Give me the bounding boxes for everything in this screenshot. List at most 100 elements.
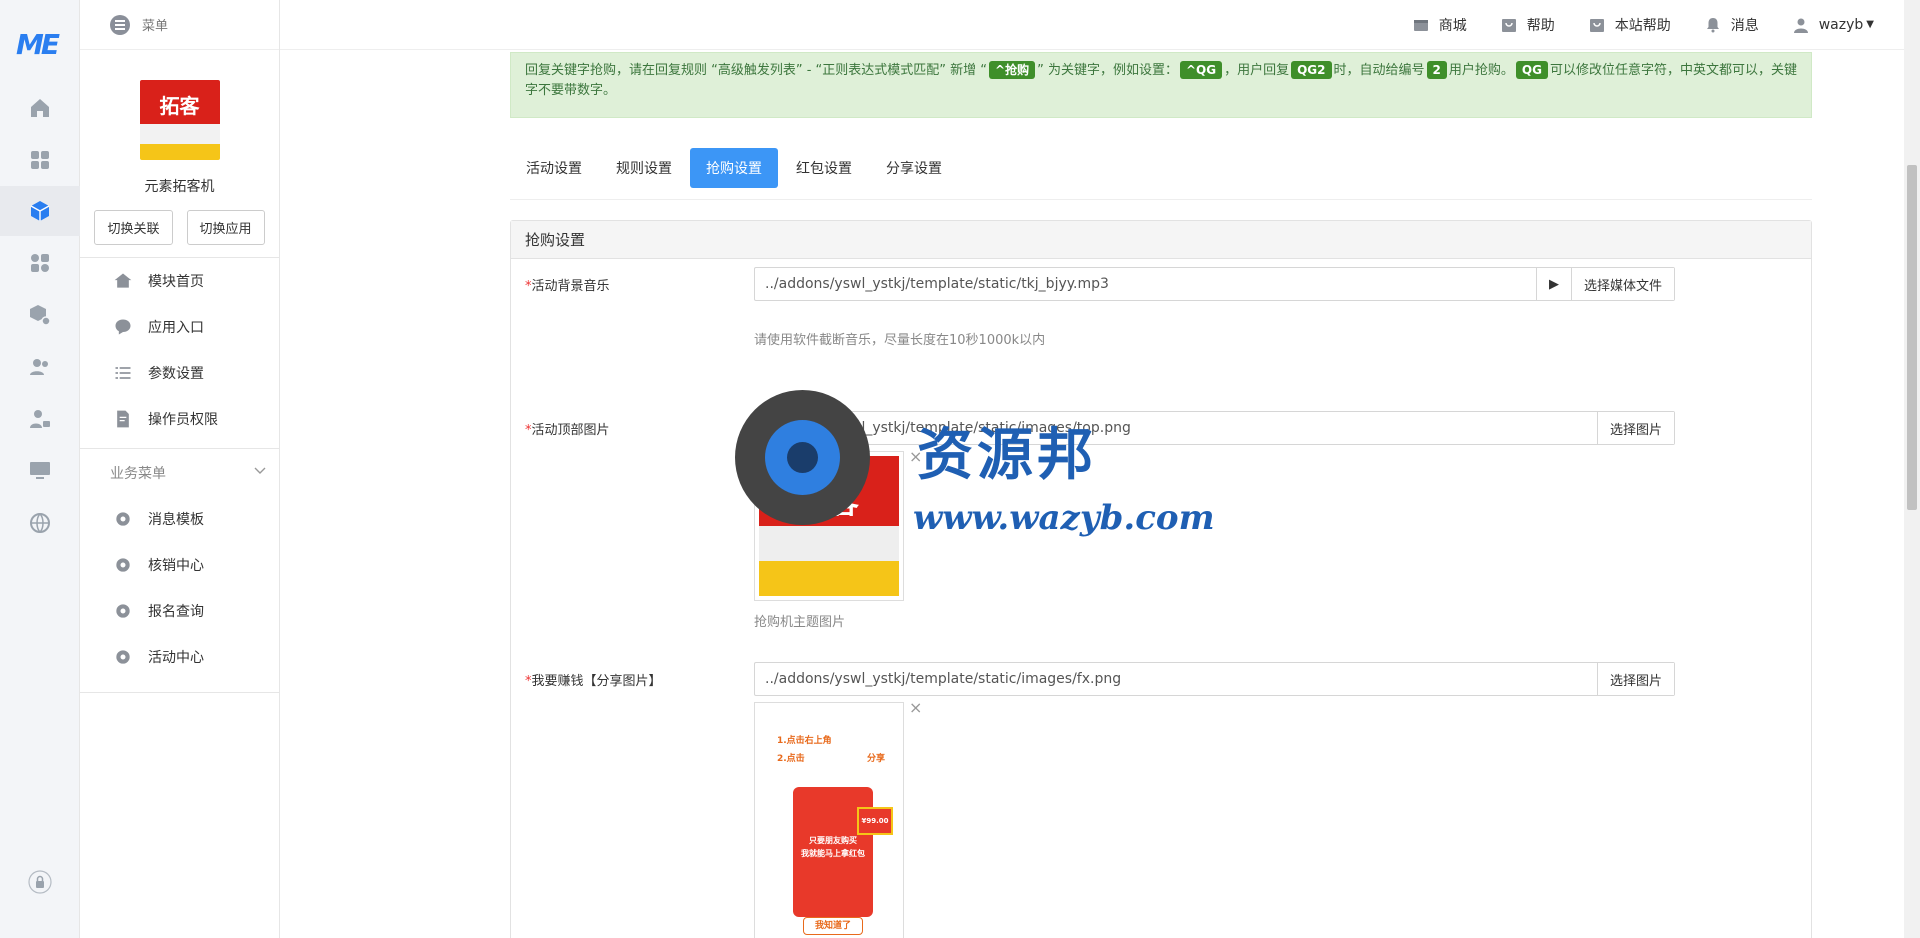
sidebar-item-label: 模块首页 xyxy=(148,274,204,290)
share-image-input[interactable]: ../addons/yswl_ystkj/template/static/ima… xyxy=(754,662,1675,696)
home-icon xyxy=(112,270,134,292)
select-share-image-button[interactable]: 选择图片 xyxy=(1596,663,1674,695)
gear-icon xyxy=(112,554,134,576)
sidebar-item-module-home[interactable]: 模块首页 xyxy=(80,258,279,304)
switch-app-button[interactable]: 切换应用 xyxy=(186,210,265,245)
tab-rule-settings[interactable]: 规则设置 xyxy=(600,148,688,188)
apps-icon[interactable] xyxy=(28,251,52,275)
watermark-gear-logo xyxy=(735,390,870,525)
app-card: 拓客 元素拓客机 切换关联 切换应用 xyxy=(80,50,279,245)
brand-logo[interactable]: ME xyxy=(16,28,64,61)
sidebar-item-app-entry[interactable]: 应用入口 xyxy=(80,304,279,350)
share-image-picture: 1.点击右上角 2.点击 分享 只要朋友购买 我就能马上拿红包 ¥99.00 我… xyxy=(759,707,899,937)
app-image-text: 拓客 xyxy=(159,94,200,118)
share-envelope-line-1: 只要朋友购买 xyxy=(809,836,857,845)
tab-activity-settings[interactable]: 活动设置 xyxy=(510,148,598,188)
sidebar-group-header[interactable]: 业务菜单 xyxy=(80,448,279,496)
share-step-2-action: 分享 xyxy=(867,754,886,764)
sidebar-item-label: 报名查询 xyxy=(148,604,204,620)
share-image-preview: 1.点击右上角 2.点击 分享 只要朋友购买 我就能马上拿红包 ¥99.00 我… xyxy=(754,702,904,938)
lock-icon[interactable] xyxy=(28,870,52,894)
select-media-button[interactable]: 选择媒体文件 xyxy=(1570,268,1674,300)
menu-label: 菜单 xyxy=(142,19,169,34)
sidebar-group-title: 业务菜单 xyxy=(110,465,166,482)
panel-title: 抢购设置 xyxy=(511,221,1811,259)
scrollbar-thumb[interactable] xyxy=(1907,165,1917,510)
globe-icon[interactable] xyxy=(28,511,52,535)
share-envelope-line-2: 我就能马上拿红包 xyxy=(801,849,865,858)
sidebar-item-verify-center[interactable]: 核销中心 xyxy=(80,542,279,588)
chat-icon xyxy=(112,316,134,338)
settings-tabs: 活动设置 规则设置 抢购设置 红包设置 分享设置 xyxy=(510,148,1812,200)
doc-edit-icon xyxy=(112,408,134,430)
divider xyxy=(80,692,279,693)
menu-icon xyxy=(110,14,130,35)
main-content: 回复关键字抢购，请在回复规则 “高级触发列表” - “正则表达式模式匹配” 新增… xyxy=(280,0,1904,938)
watermark-url: www.wazyb.com xyxy=(913,498,1215,538)
select-image-button[interactable]: 选择图片 xyxy=(1596,412,1674,444)
icon-rail: ME xyxy=(0,0,80,938)
play-button[interactable]: ▶ xyxy=(1535,268,1571,300)
app-image: 拓客 xyxy=(139,80,220,160)
sidebar-item-label: 消息模板 xyxy=(148,512,204,528)
app-name: 元素拓客机 xyxy=(144,179,215,195)
home-icon[interactable] xyxy=(28,96,52,120)
watermark: 资源邦 www.wazyb.com xyxy=(735,390,1215,550)
sidebar-item-label: 操作员权限 xyxy=(148,412,218,428)
monitor-icon[interactable] xyxy=(28,459,52,483)
music-path-value[interactable]: ../addons/yswl_ystkj/template/static/tkj… xyxy=(755,276,1536,292)
top-image-help-text: 抢购机主题图片 xyxy=(754,615,846,630)
sidebar-item-activity-center[interactable]: 活动中心 xyxy=(80,634,279,680)
grid-icon[interactable] xyxy=(28,148,52,172)
field-label: 活动顶部图片 xyxy=(531,423,610,438)
sidebar-item-signup-query[interactable]: 报名查询 xyxy=(80,588,279,634)
sidebar-item-label: 活动中心 xyxy=(148,650,204,666)
notice-text: ，用户回复 xyxy=(1224,63,1290,78)
music-input[interactable]: ../addons/yswl_ystkj/template/static/tkj… xyxy=(754,267,1675,301)
sidebar-item-operator-permissions[interactable]: 操作员权限 xyxy=(80,396,279,442)
tab-share-settings[interactable]: 分享设置 xyxy=(870,148,958,188)
field-label: 我要赚钱【分享图片】 xyxy=(531,674,662,689)
users-icon[interactable] xyxy=(28,355,52,379)
sidebar-item-params[interactable]: 参数设置 xyxy=(80,350,279,396)
music-label: *活动背景音乐 xyxy=(525,275,610,294)
sidebar-item-label: 核销中心 xyxy=(148,558,204,574)
notice-text: 回复关键字抢购，请在回复规则 “高级触发列表” - “正则表达式模式匹配” 新增… xyxy=(525,63,988,78)
keyword-badge: QG xyxy=(1515,61,1548,79)
vertical-scrollbar[interactable] xyxy=(1904,0,1920,938)
share-got-it-button: 我知道了 xyxy=(803,917,863,935)
notice-text: ” 为关键字，例如设置： xyxy=(1037,63,1178,78)
purchase-settings-panel: 抢购设置 *活动背景音乐 ../addons/yswl_ystkj/templa… xyxy=(510,220,1812,938)
sidebar-item-message-template[interactable]: 消息模板 xyxy=(80,496,279,542)
chevron-down-icon xyxy=(253,464,267,482)
watermark-title: 资源邦 xyxy=(917,422,1097,488)
sidebar-item-label: 应用入口 xyxy=(148,320,204,336)
gear-icon xyxy=(112,600,134,622)
keyword-notice: 回复关键字抢购，请在回复规则 “高级触发列表” - “正则表达式模式匹配” 新增… xyxy=(510,52,1812,118)
menu-toggle[interactable]: 菜单 xyxy=(80,0,279,50)
share-price-badge: ¥99.00 xyxy=(857,807,893,835)
gear-icon xyxy=(112,508,134,530)
list-icon xyxy=(112,362,134,384)
user-lock-icon[interactable] xyxy=(28,407,52,431)
gear-icon xyxy=(112,646,134,668)
keyword-badge: 2 xyxy=(1426,61,1447,79)
notice-text: 用户抢购。 xyxy=(1448,63,1514,78)
music-help-text: 请使用软件截断音乐，尽量长度在10秒1000k以内 xyxy=(754,333,1046,348)
share-step-2: 2.点击 xyxy=(777,754,805,764)
side-menu: 菜单 拓客 元素拓客机 切换关联 切换应用 模块首页 应用入口 参数设置 操作员… xyxy=(80,0,280,938)
field-label: 活动背景音乐 xyxy=(531,279,610,294)
top-image-label: *活动顶部图片 xyxy=(525,419,610,438)
share-image-label: *我要赚钱【分享图片】 xyxy=(525,670,662,689)
share-image-path-value[interactable]: ../addons/yswl_ystkj/template/static/ima… xyxy=(755,671,1597,687)
keyword-badge: ^抢购 xyxy=(989,61,1036,79)
share-step-1: 1.点击右上角 xyxy=(777,736,832,746)
keyword-badge: QG2 xyxy=(1291,61,1332,79)
switch-link-button[interactable]: 切换关联 xyxy=(94,210,173,245)
tab-redpacket-settings[interactable]: 红包设置 xyxy=(780,148,868,188)
tab-purchase-settings[interactable]: 抢购设置 xyxy=(690,148,778,188)
remove-share-image-icon[interactable]: × xyxy=(909,698,922,717)
notice-text: 时，自动给编号 xyxy=(1333,63,1425,78)
box-settings-icon[interactable] xyxy=(28,303,52,327)
cube-icon[interactable] xyxy=(28,199,52,223)
